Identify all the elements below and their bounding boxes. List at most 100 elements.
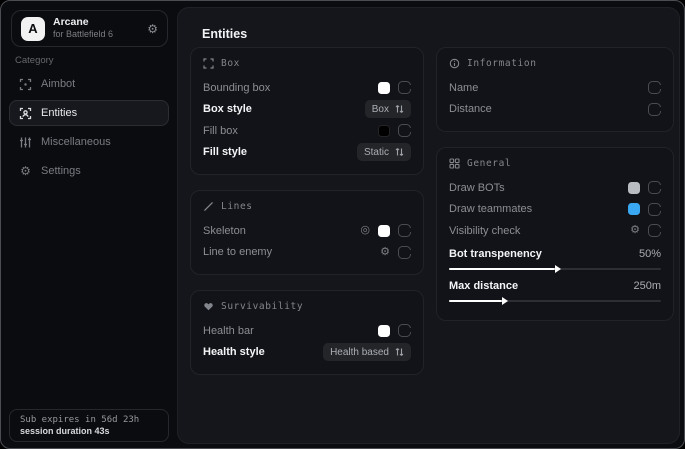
- health-bar-color-swatch[interactable]: [378, 325, 390, 337]
- page-title: Entities: [202, 27, 247, 41]
- fill-style-row: Fill style Static: [203, 142, 411, 164]
- updown-arrows-icon: [395, 347, 404, 357]
- sidebar-item-aimbot[interactable]: Aimbot: [9, 71, 169, 97]
- box-frame-icon: [203, 58, 214, 69]
- crosshair-icon: [19, 78, 32, 91]
- line-to-enemy-label: Line to enemy: [203, 246, 272, 258]
- fill-style-label: Fill style: [203, 146, 247, 158]
- right-column: Information Name Distance: [436, 47, 674, 321]
- sliders-icon: [19, 136, 32, 149]
- box-style-row: Box style Box: [203, 99, 411, 121]
- distance-checkbox[interactable]: [648, 103, 661, 116]
- category-label: Category: [15, 55, 54, 66]
- fill-box-row: Fill box: [203, 120, 411, 142]
- fill-box-checkbox[interactable]: [398, 124, 411, 137]
- app-avatar: A: [21, 17, 45, 41]
- sidebar-item-label: Miscellaneous: [41, 136, 111, 148]
- draw-bots-checkbox[interactable]: [648, 181, 661, 194]
- max-distance-slider-fill[interactable]: [449, 300, 502, 302]
- sub-expires-text: Sub expires in 56d 23h: [20, 415, 158, 425]
- left-column: Box Bounding box Box style Box: [190, 47, 424, 375]
- fill-box-label: Fill box: [203, 125, 238, 137]
- bot-transparency-value: 50%: [639, 248, 661, 260]
- skeleton-row: Skeleton ◎: [203, 220, 411, 242]
- bot-transparency-label: Bot transpenency: [449, 248, 542, 260]
- information-panel-title: Information: [467, 58, 537, 69]
- draw-bots-row: Draw BOTs: [449, 177, 661, 199]
- lines-panel: Lines Skeleton ◎ Line to enemy ⚙: [190, 190, 424, 275]
- health-style-label: Health style: [203, 346, 265, 358]
- health-style-dropdown[interactable]: Health based: [323, 343, 411, 361]
- line-to-enemy-row: Line to enemy ⚙: [203, 242, 411, 264]
- health-bar-label: Health bar: [203, 325, 254, 337]
- gear-icon: ⚙: [19, 165, 32, 178]
- main-content: Entities Box Bounding box: [177, 7, 680, 444]
- skeleton-color-swatch[interactable]: [378, 225, 390, 237]
- name-row: Name: [449, 77, 661, 99]
- visibility-check-checkbox[interactable]: [648, 224, 661, 237]
- fill-box-color-swatch[interactable]: [378, 125, 390, 137]
- health-style-value: Health based: [330, 347, 389, 358]
- distance-row: Distance: [449, 99, 661, 121]
- survivability-panel-header: Survivability: [203, 301, 411, 312]
- bot-transparency-slider-fill[interactable]: [449, 268, 555, 270]
- diagonal-line-icon: [203, 201, 214, 212]
- bounding-box-row: Bounding box: [203, 77, 411, 99]
- line-to-enemy-settings-icon[interactable]: ⚙: [380, 247, 390, 258]
- bot-transparency-slider[interactable]: [449, 268, 661, 270]
- fill-style-value: Static: [364, 147, 389, 158]
- visibility-check-settings-icon[interactable]: ⚙: [630, 225, 640, 236]
- max-distance-slider[interactable]: [449, 300, 661, 302]
- health-bar-checkbox[interactable]: [398, 324, 411, 337]
- visibility-check-label: Visibility check: [449, 225, 520, 237]
- subscription-info-card: Sub expires in 56d 23h session duration …: [9, 409, 169, 442]
- app-window: A Arcane for Battlefield 6 ⚙ Category Ai…: [0, 0, 685, 449]
- max-distance-label: Max distance: [449, 280, 518, 292]
- health-style-row: Health style Health based: [203, 342, 411, 364]
- app-logo-card: A Arcane for Battlefield 6 ⚙: [11, 10, 168, 47]
- skeleton-settings-icon[interactable]: ◎: [360, 225, 370, 236]
- fill-style-dropdown[interactable]: Static: [357, 143, 411, 161]
- heart-icon: [203, 301, 214, 312]
- skeleton-checkbox[interactable]: [398, 224, 411, 237]
- lines-panel-header: Lines: [203, 201, 411, 212]
- visibility-check-row: Visibility check ⚙: [449, 220, 661, 242]
- draw-teammates-label: Draw teammates: [449, 203, 532, 215]
- draw-bots-label: Draw BOTs: [449, 182, 505, 194]
- health-bar-row: Health bar: [203, 320, 411, 342]
- sidebar-item-settings[interactable]: ⚙ Settings: [9, 158, 169, 184]
- box-style-value: Box: [372, 104, 389, 115]
- sidebar: A Arcane for Battlefield 6 ⚙ Category Ai…: [1, 1, 177, 448]
- draw-teammates-checkbox[interactable]: [648, 203, 661, 216]
- bot-transparency-group: Bot transpenency 50%: [449, 245, 661, 270]
- entities-scan-icon: [19, 107, 32, 120]
- line-to-enemy-checkbox[interactable]: [398, 246, 411, 259]
- name-checkbox[interactable]: [648, 81, 661, 94]
- skeleton-label: Skeleton: [203, 225, 246, 237]
- app-logo-text: Arcane for Battlefield 6: [53, 16, 113, 40]
- box-panel-title: Box: [221, 58, 240, 69]
- survivability-panel-title: Survivability: [221, 301, 303, 312]
- max-distance-value: 250m: [633, 280, 661, 292]
- bounding-box-checkbox[interactable]: [398, 81, 411, 94]
- sidebar-item-entities[interactable]: Entities: [9, 100, 169, 126]
- max-distance-group: Max distance 250m: [449, 277, 661, 302]
- info-icon: [449, 58, 460, 69]
- box-panel-header: Box: [203, 58, 411, 69]
- distance-label: Distance: [449, 103, 492, 115]
- bounding-box-color-swatch[interactable]: [378, 82, 390, 94]
- draw-bots-color-swatch[interactable]: [628, 182, 640, 194]
- box-panel: Box Bounding box Box style Box: [190, 47, 424, 175]
- draw-teammates-row: Draw teammates: [449, 199, 661, 221]
- sidebar-item-miscellaneous[interactable]: Miscellaneous: [9, 129, 169, 155]
- box-style-dropdown[interactable]: Box: [365, 100, 411, 118]
- session-duration-text: session duration 43s: [20, 426, 158, 436]
- app-subtitle: for Battlefield 6: [53, 29, 113, 40]
- general-panel: General Draw BOTs Draw teammates: [436, 147, 674, 321]
- draw-teammates-color-swatch[interactable]: [628, 203, 640, 215]
- gear-icon[interactable]: ⚙: [147, 23, 158, 35]
- sidebar-item-label: Aimbot: [41, 78, 75, 90]
- lines-panel-title: Lines: [221, 201, 253, 212]
- updown-arrows-icon: [395, 104, 404, 114]
- bounding-box-label: Bounding box: [203, 82, 270, 94]
